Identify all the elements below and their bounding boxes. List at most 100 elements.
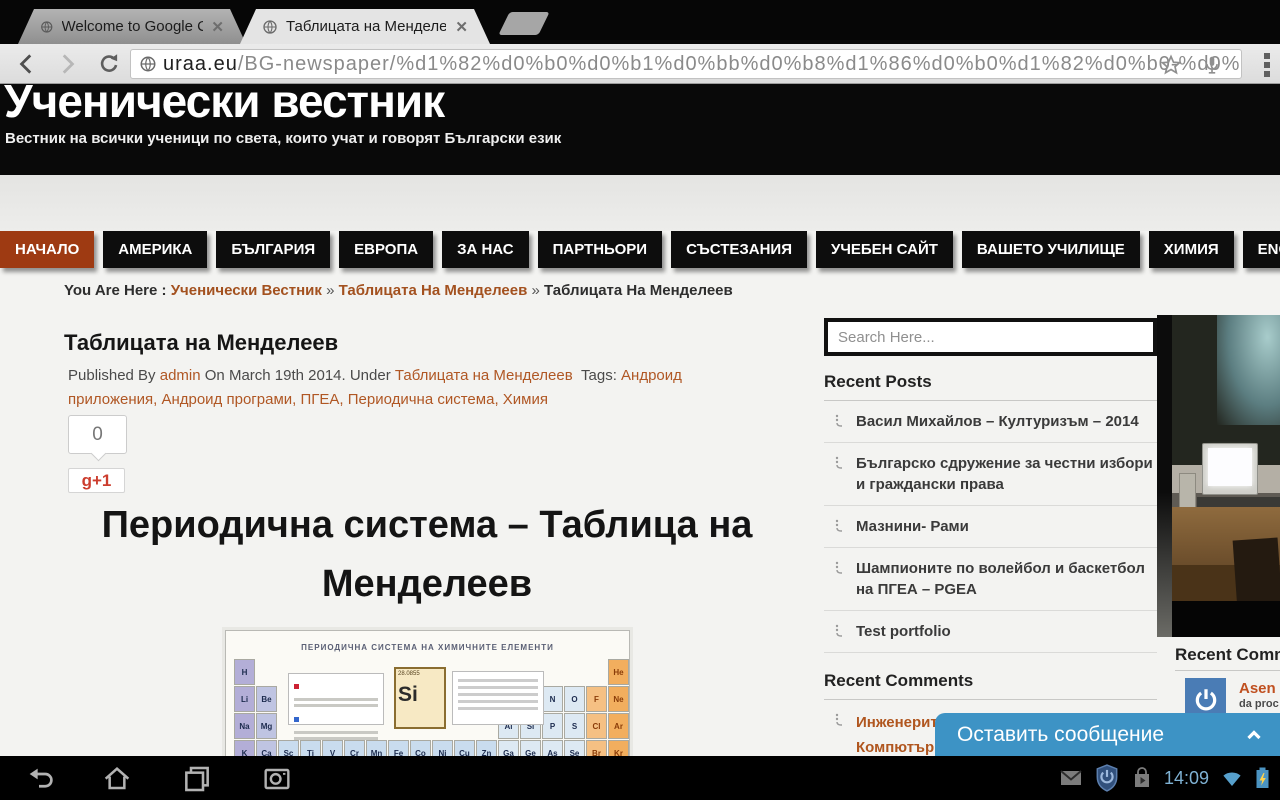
plusone-count: 0 xyxy=(68,415,127,454)
recent-post-link[interactable]: Шампионите по волейбол и баскетбол на ПГ… xyxy=(824,548,1157,611)
globe-icon xyxy=(40,19,54,35)
nav-item-learning-site[interactable]: УЧЕБЕН САЙТ xyxy=(816,231,953,268)
divider xyxy=(1175,670,1280,671)
comment-snippet: da proc xyxy=(1239,698,1279,710)
breadcrumb-home-link[interactable]: Ученически Вестник xyxy=(171,282,322,299)
recent-comments-heading-right: Recent Comments xyxy=(1175,645,1280,664)
element-cell: Cr xyxy=(344,740,365,756)
tag-link[interactable]: Химия xyxy=(503,391,548,408)
nav-item-partners[interactable]: ПАРТНЬОРИ xyxy=(537,231,663,268)
meta-category-link[interactable]: Таблицата на Менделеев xyxy=(395,367,573,384)
post-link-label: Test portfolio xyxy=(856,623,951,640)
recent-posts-list: Васил Михайлов – Културизъм – 2014 Бълга… xyxy=(824,401,1157,653)
classroom-photo xyxy=(1157,315,1280,637)
tab-title: Welcome to Google Chro xyxy=(61,18,204,35)
screenshot-camera-icon[interactable] xyxy=(260,762,294,794)
photo-projection-glow xyxy=(1217,315,1280,425)
url-bar[interactable]: uraa.eu /BG-newspaper/%d1%82%d0%b0%d0%b1… xyxy=(130,49,1242,79)
list-bullet-icon xyxy=(835,624,843,637)
element-cell: Ge xyxy=(520,740,541,756)
nav-item-bulgaria[interactable]: БЪЛГАРИЯ xyxy=(216,231,331,268)
gmail-notification-icon[interactable] xyxy=(1059,768,1083,788)
browser-toolbar: uraa.eu /BG-newspaper/%d1%82%d0%b0%d0%b1… xyxy=(0,44,1280,84)
list-bullet-icon xyxy=(835,414,843,427)
element-cell: N xyxy=(542,686,563,712)
clock-time[interactable]: 14:09 xyxy=(1164,768,1209,789)
android-recents-icon[interactable] xyxy=(180,762,214,794)
meta-author-link[interactable]: admin xyxy=(160,367,201,384)
element-cell: As xyxy=(542,740,563,756)
list-bullet-icon xyxy=(835,456,843,469)
photo-monitor xyxy=(1202,443,1258,495)
featured-element-card: 28.0855 Si xyxy=(394,667,446,729)
nav-item-america[interactable]: АМЕРИКА xyxy=(103,231,208,268)
bookmark-star-icon[interactable] xyxy=(1159,53,1183,77)
right-column: Recent Comments Asen da proc xyxy=(1157,84,1280,756)
play-store-icon[interactable] xyxy=(1131,766,1153,790)
element-cell: H xyxy=(234,659,255,685)
element-cell: Br xyxy=(586,740,607,756)
nav-item-your-school[interactable]: ВАШЕТО УЧИЛИЩЕ xyxy=(961,231,1140,268)
element-cell: V xyxy=(322,740,343,756)
periodic-info-box xyxy=(452,671,544,725)
tag-link[interactable]: ПГЕА xyxy=(300,391,347,408)
element-cell: Be xyxy=(256,686,277,712)
header-spacer-band xyxy=(0,175,1280,231)
nav-item-home[interactable]: НАЧАЛО xyxy=(0,231,95,268)
site-title[interactable]: Ученически вестник xyxy=(4,84,1280,128)
url-path: /BG-newspaper/%d1%82%d0%b0%d0%b1%d0%bb%d… xyxy=(237,52,1241,75)
breadcrumb: You Are Here : Ученически Вестник » Табл… xyxy=(64,282,733,299)
recent-post-link[interactable]: Васил Михайлов – Културизъм – 2014 xyxy=(824,401,1157,443)
security-shield-icon[interactable] xyxy=(1094,764,1120,792)
list-bullet-icon xyxy=(835,713,843,726)
recent-post-link[interactable]: Мазнини- Рами xyxy=(824,506,1157,548)
android-back-icon[interactable] xyxy=(24,762,58,794)
forward-button-icon[interactable] xyxy=(54,51,80,77)
voice-search-mic-icon[interactable] xyxy=(1201,54,1223,76)
battery-status-icon xyxy=(1256,767,1269,788)
nav-item-about[interactable]: ЗА НАС xyxy=(442,231,529,268)
tab-title: Таблицата на Менделе xyxy=(286,18,446,35)
recent-comments-heading: Recent Comments xyxy=(824,671,974,690)
element-cell: O xyxy=(564,686,585,712)
site-masthead: Ученически вестник Вестник на всички уче… xyxy=(0,84,1280,175)
browser-menu-icon[interactable] xyxy=(1262,53,1272,77)
tag-link[interactable]: Периодична система xyxy=(348,391,503,408)
nav-item-europe[interactable]: ЕВРОПА xyxy=(339,231,434,268)
android-home-icon[interactable] xyxy=(100,762,134,794)
element-cell: Na xyxy=(234,713,255,739)
element-cell: Cl xyxy=(586,713,607,739)
tab-close-icon[interactable]: ✕ xyxy=(455,18,468,36)
search-input[interactable] xyxy=(828,322,1153,352)
refresh-button-icon[interactable] xyxy=(96,51,122,77)
chevron-up-icon[interactable] xyxy=(1242,723,1266,747)
photo-left-edge xyxy=(1157,315,1172,637)
tab-welcome-chrome[interactable]: Welcome to Google Chro ✕ xyxy=(18,9,246,44)
breadcrumb-category-link[interactable]: Таблицата На Менделеев xyxy=(339,282,528,299)
breadcrumb-current: Таблицата На Менделеев xyxy=(544,282,733,299)
tag-link[interactable]: Андроид програми xyxy=(161,391,300,408)
globe-icon xyxy=(262,19,278,35)
plusone-button[interactable]: g+1 xyxy=(68,468,125,493)
recent-post-link[interactable]: Българско сдружение за честни избори и г… xyxy=(824,443,1157,506)
new-tab-button[interactable] xyxy=(498,12,550,35)
list-bullet-icon xyxy=(835,561,843,574)
breadcrumb-separator: » xyxy=(326,282,335,299)
element-cell: Ga xyxy=(498,740,519,756)
back-button-icon[interactable] xyxy=(14,51,40,77)
nav-item-competitions[interactable]: СЪСТЕЗАНИЯ xyxy=(671,231,807,268)
element-cell: Li xyxy=(234,686,255,712)
element-cell: Kr xyxy=(608,740,629,756)
status-tray: 14:09 xyxy=(1059,756,1270,800)
globe-icon xyxy=(140,56,156,72)
recent-posts-widget: Recent Posts Васил Михайлов – Културизъм… xyxy=(824,372,1157,756)
google-plusone-widget: 0 g+1 xyxy=(68,415,128,493)
recent-post-link[interactable]: Test portfolio xyxy=(824,611,1157,653)
commenter-name[interactable]: Asen xyxy=(1239,680,1276,697)
element-cell: Co xyxy=(410,740,431,756)
tab-close-icon[interactable]: ✕ xyxy=(211,18,224,36)
chat-widget-bar[interactable]: Оставить сообщение xyxy=(935,713,1280,756)
post-link-label: Шампионите по волейбол и баскетбол на ПГ… xyxy=(856,560,1145,598)
photo-keyboard xyxy=(1197,497,1280,507)
tab-mendeleev[interactable]: Таблицата на Менделе ✕ xyxy=(240,9,490,44)
